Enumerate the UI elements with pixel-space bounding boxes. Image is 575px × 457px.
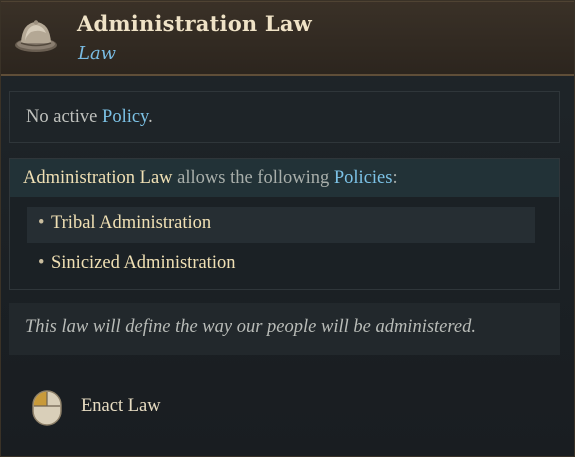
active-policy-prefix: No active [26, 107, 98, 127]
policy-name: Tribal Administration [51, 213, 212, 233]
bullet: • [38, 213, 45, 233]
law-description-panel: This law will define the way our people … [9, 303, 560, 355]
allowed-policies-text: Administration Law allows the following … [23, 168, 398, 189]
policy-name: Sinicized Administration [51, 253, 236, 273]
policy-item-sinicized-administration[interactable]: • Sinicized Administration [27, 247, 535, 283]
law-description: This law will define the way our people … [25, 317, 476, 337]
allows-middle-text: allows the following [177, 168, 330, 188]
allows-suffix: : [392, 168, 398, 188]
bullet: • [38, 253, 45, 273]
allowed-policies-header: Administration Law allows the following … [10, 159, 559, 197]
policy-link[interactable]: Policy [102, 107, 148, 127]
law-title: Administration Law [77, 11, 312, 36]
active-policy-panel: No active Policy. [9, 91, 560, 143]
policies-link[interactable]: Policies [334, 168, 393, 188]
active-policy-suffix: . [148, 107, 153, 127]
policy-item-tribal-administration[interactable]: • Tribal Administration [27, 207, 535, 243]
law-name-link[interactable]: Administration Law [23, 168, 173, 188]
enact-law-button[interactable]: Enact Law [31, 389, 231, 429]
law-tooltip: Administration Law Law No active Policy.… [0, 0, 575, 457]
enact-law-label: Enact Law [81, 396, 161, 416]
active-policy-text: No active Policy. [26, 107, 153, 128]
tooltip-header: Administration Law Law [1, 1, 574, 76]
left-mouse-button-icon [32, 390, 62, 426]
allowed-policies-panel: Administration Law allows the following … [9, 158, 560, 290]
law-category: Law [78, 43, 117, 64]
pith-helmet-icon [15, 20, 57, 52]
